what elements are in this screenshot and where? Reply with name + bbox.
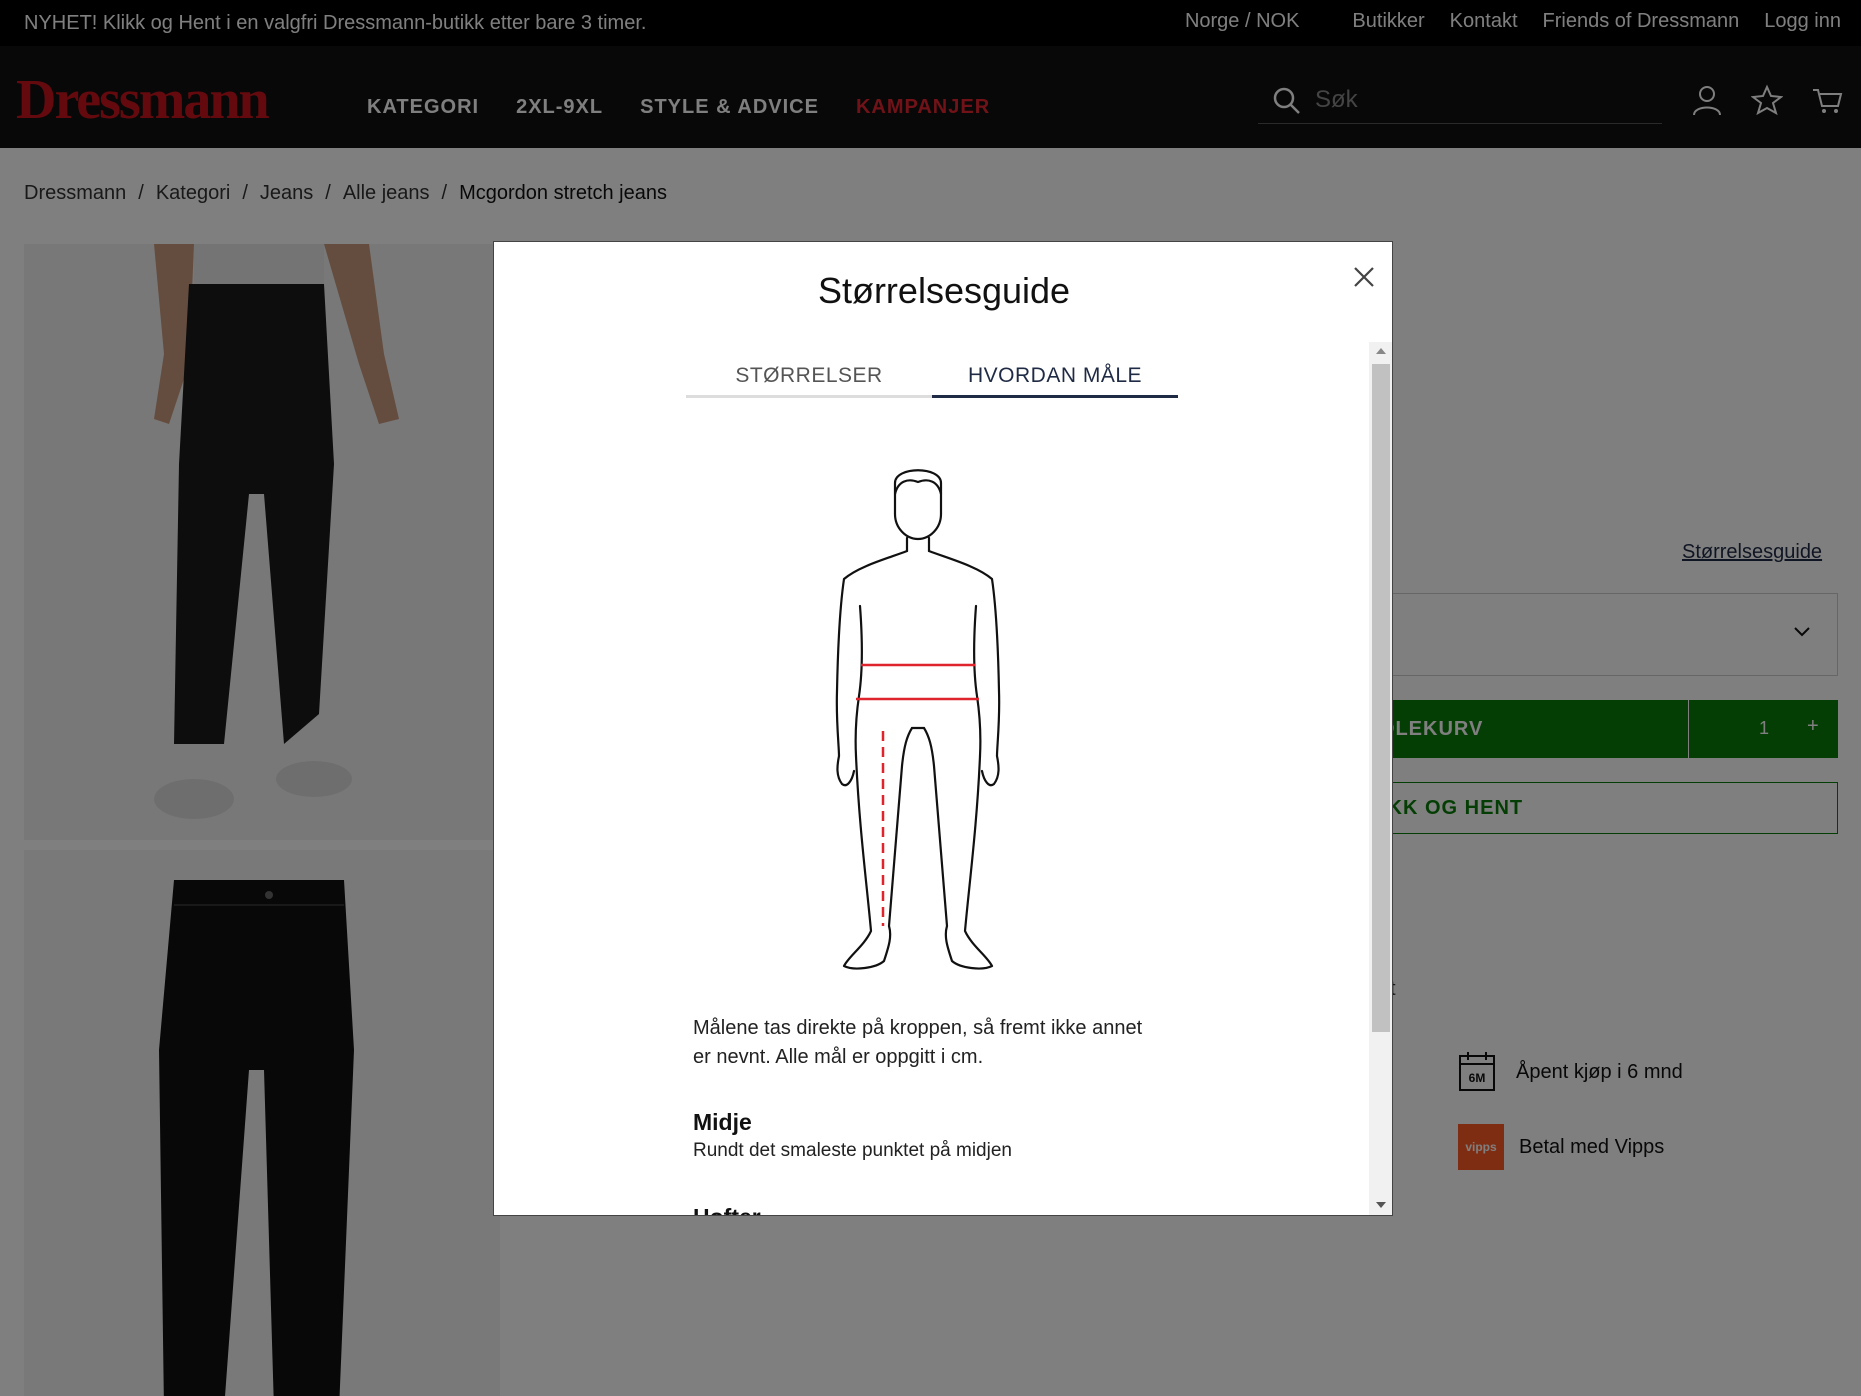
close-icon[interactable] (1349, 262, 1379, 292)
tab-hvordan-male[interactable]: HVORDAN MÅLE (932, 342, 1178, 398)
intro-text: Målene tas direkte på kroppen, så fremt … (693, 1017, 1143, 1068)
measurement-title-midje: Midje (693, 1109, 752, 1135)
scroll-up-arrow[interactable] (1376, 348, 1386, 354)
measurement-title-hofter: Hofter (693, 1204, 761, 1215)
size-guide-modal: Størrelsesguide STØRRELSER HVORDAN MÅLE (493, 241, 1393, 1216)
modal-title: Størrelsesguide (817, 270, 1071, 311)
scroll-down-arrow[interactable] (1376, 1202, 1386, 1208)
size-guide-tabs: STØRRELSER HVORDAN MÅLE (686, 342, 1178, 398)
modal-scroll-content[interactable] (494, 402, 1369, 1215)
modal-scrollbar[interactable] (1369, 342, 1392, 1215)
scrollbar-thumb[interactable] (1372, 364, 1390, 1032)
tab-storrelser[interactable]: STØRRELSER (686, 342, 932, 398)
measurement-desc-midje: Rundt det smaleste punktet på midjen (693, 1140, 1012, 1161)
body-measurement-figure (835, 469, 1001, 970)
